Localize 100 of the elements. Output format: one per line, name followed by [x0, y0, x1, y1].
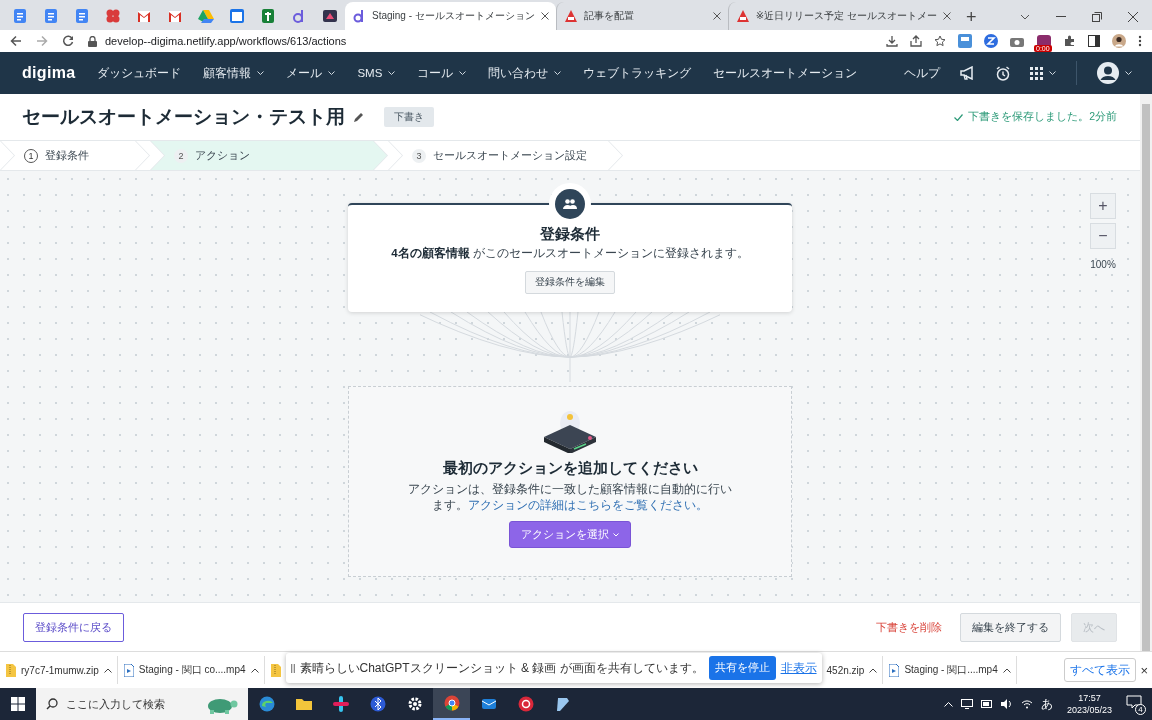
clock-time[interactable]: 17:57: [1078, 692, 1101, 704]
hide-link[interactable]: 非表示: [780, 659, 817, 677]
notification-count: 4: [1135, 704, 1146, 715]
back-button[interactable]: 登録条件に戻る: [23, 612, 124, 642]
folder-icon[interactable]: [295, 696, 312, 712]
app-icon: [104, 8, 121, 24]
star-icon[interactable]: [934, 35, 946, 47]
zip-file-icon: [270, 663, 281, 677]
restore-icon[interactable]: [1092, 12, 1102, 22]
step-tab[interactable]: 3 セールスオートメーション設定: [388, 141, 623, 170]
avatar-icon[interactable]: [1112, 34, 1126, 48]
close-icon[interactable]: [540, 12, 549, 20]
caret-up-icon[interactable]: [250, 667, 259, 673]
reload-icon[interactable]: [62, 35, 74, 47]
page-title: セールスオートメーション・テスト用: [22, 105, 345, 129]
nav-item[interactable]: セールスオートメーション: [713, 65, 858, 81]
help-link[interactable]: ヘルプ: [904, 65, 940, 81]
clock-date[interactable]: 2023/05/23: [1066, 704, 1112, 716]
share-icon[interactable]: [910, 35, 922, 47]
ime-indicator[interactable]: あ: [1040, 695, 1053, 713]
alarm-clock-icon[interactable]: [996, 65, 1010, 81]
lock-icon: [88, 35, 97, 47]
caret-icon: [554, 70, 562, 76]
caret-up-icon[interactable]: [103, 667, 112, 673]
gear-icon[interactable]: [406, 696, 423, 712]
app-icon: [259, 8, 276, 24]
megaphone-icon[interactable]: [960, 66, 976, 80]
address-bar[interactable]: develop--digima.netlify.app/workflows/613/actions: [105, 35, 347, 47]
monitor-icon[interactable]: [960, 699, 973, 709]
back-icon[interactable]: [10, 35, 22, 47]
pause-icon: [290, 663, 295, 673]
caret-icon[interactable]: [1020, 14, 1030, 20]
puzzle-icon[interactable]: [1064, 35, 1076, 47]
scrollbar[interactable]: [1140, 94, 1152, 651]
stop-sharing-button[interactable]: 共有を停止: [708, 656, 776, 680]
avatar-icon[interactable]: [1097, 62, 1119, 84]
caret-up-icon[interactable]: [869, 667, 878, 673]
step-tab[interactable]: 1 登録条件: [0, 141, 150, 170]
nav-item[interactable]: メール: [286, 65, 336, 81]
close-icon[interactable]: [943, 12, 951, 20]
finish-editing-button[interactable]: 編集を終了する: [960, 612, 1061, 642]
nav-item[interactable]: ダッシュボード: [97, 65, 182, 81]
step-tab[interactable]: 2 アクション: [150, 141, 388, 170]
edit-conditions-button[interactable]: 登録条件を編集: [525, 271, 615, 294]
download-filename[interactable]: 452n.zip: [826, 664, 865, 676]
apps-grid-icon[interactable]: [1030, 66, 1043, 80]
notification-icon[interactable]: [1126, 695, 1142, 709]
minimize-icon[interactable]: [1056, 16, 1066, 18]
site-icon: [352, 8, 366, 24]
windows-logo-icon[interactable]: [11, 697, 25, 711]
app-icon: [197, 8, 214, 24]
app-icon: [73, 8, 90, 24]
card-summary: 4名の顧客情報 がこのセールスオートメーションに登録されます。: [391, 246, 749, 261]
video-file-icon: [889, 663, 900, 677]
new-tab-button[interactable]: +: [966, 8, 977, 26]
wifi-icon[interactable]: [1020, 699, 1033, 709]
download-filename[interactable]: Staging - 関口....mp4: [904, 663, 998, 677]
caret-up-icon[interactable]: [1002, 667, 1011, 673]
caret-icon: [1125, 70, 1132, 76]
notepad-icon[interactable]: [554, 696, 571, 712]
bluetooth-app-icon[interactable]: [369, 696, 386, 712]
close-button[interactable]: ×: [1140, 662, 1148, 678]
nav-item[interactable]: SMS: [357, 67, 396, 79]
speaker-icon[interactable]: [1000, 699, 1013, 709]
mail-app-icon[interactable]: [480, 696, 497, 712]
chrome-icon[interactable]: [443, 695, 460, 711]
details-link[interactable]: アクションの詳細はこちらをご覧ください。: [468, 499, 708, 511]
app-logo[interactable]: digima: [22, 64, 76, 82]
close-icon[interactable]: [1128, 12, 1138, 22]
nav-item[interactable]: 問い合わせ: [488, 65, 562, 81]
caret-icon: [328, 70, 336, 76]
nav-item[interactable]: 顧客情報: [203, 65, 265, 81]
nav-item[interactable]: コール: [417, 65, 467, 81]
download-icon[interactable]: [886, 35, 898, 47]
status-badge: 下書き: [384, 107, 434, 127]
nav-item[interactable]: ウェブトラッキング: [583, 65, 692, 81]
edge-icon[interactable]: [258, 696, 275, 712]
zoom-out-button[interactable]: −: [1090, 223, 1116, 249]
ring-app-icon[interactable]: [517, 696, 534, 712]
sidebar-icon[interactable]: [1088, 35, 1100, 47]
select-action-button[interactable]: アクションを選択: [509, 521, 631, 548]
show-all-button[interactable]: すべて表示: [1064, 657, 1137, 683]
taskbar-search-field[interactable]: ここに入力して検索: [36, 688, 248, 720]
zoom-in-button[interactable]: +: [1090, 193, 1116, 219]
battery-icon[interactable]: [980, 700, 993, 708]
browser-tab[interactable]: Staging - セールスオートメーション: [345, 2, 556, 30]
more-icon[interactable]: [1138, 35, 1142, 47]
download-filename[interactable]: Staging - 関口 co....mp4: [138, 663, 246, 677]
pencil-icon[interactable]: [353, 111, 364, 123]
empty-state-description: アクションは、登録条件に一致した顧客情報に自動的に行います。アクションの詳細はこちらをご覧ください。: [407, 482, 733, 513]
site-icon: [735, 8, 750, 24]
close-icon[interactable]: [712, 12, 721, 20]
extension-icon[interactable]: [984, 34, 998, 48]
delete-draft-button[interactable]: 下書きを削除: [872, 613, 946, 641]
caret-icon: [613, 532, 619, 537]
extension-icon[interactable]: [958, 34, 972, 48]
site-icon: [563, 8, 578, 24]
camera-icon[interactable]: [1010, 35, 1024, 47]
download-filename[interactable]: ry7c7-1mumw.zip: [21, 664, 99, 676]
share-message: 素晴らしいChatGPTスクリーンショット & 録画 が画面を共有しています。: [299, 659, 704, 677]
